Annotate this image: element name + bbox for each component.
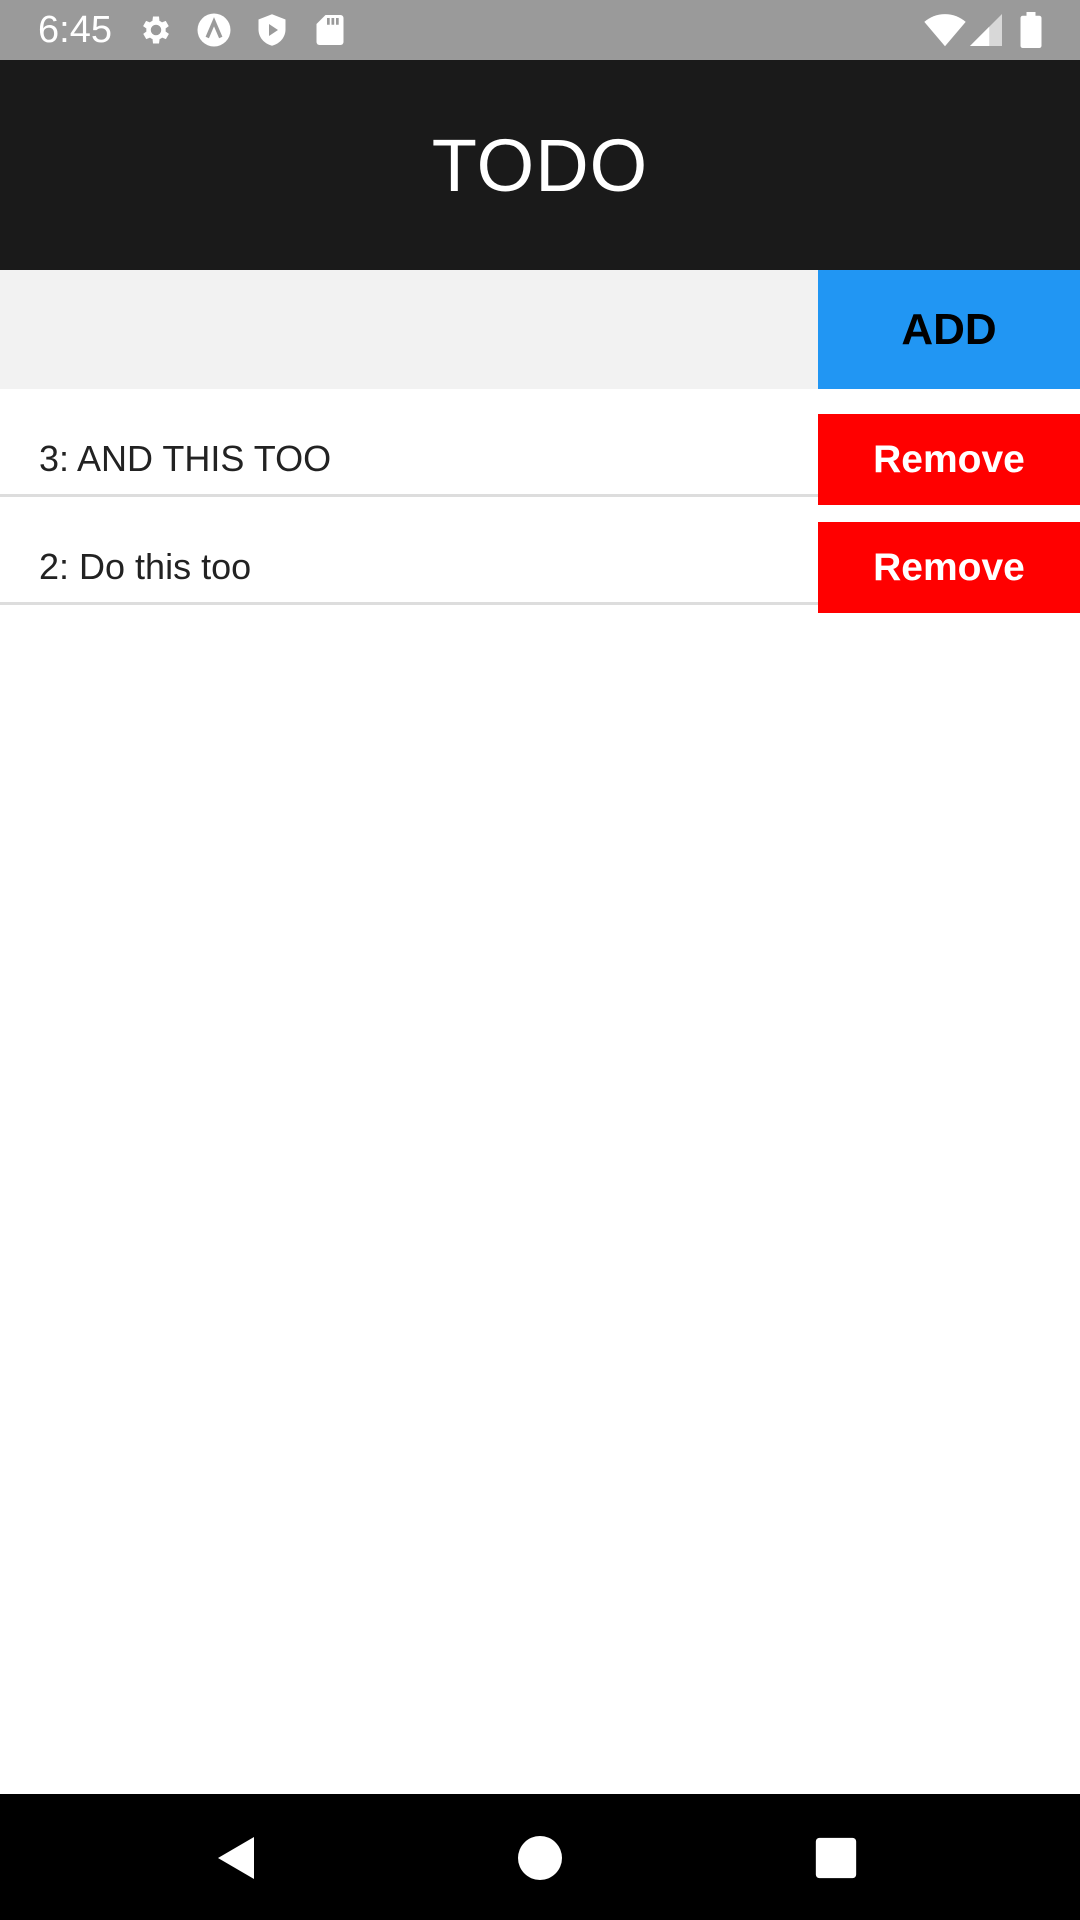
battery-icon (1018, 12, 1044, 48)
status-time: 6:45 (38, 9, 112, 51)
todo-text: 2: Do this too (39, 545, 252, 587)
home-icon[interactable] (516, 1834, 564, 1882)
remove-button[interactable]: Remove (818, 414, 1080, 505)
todo-list: 3: AND THIS TOO Remove 2: Do this too Re… (0, 389, 1080, 613)
list-item: 2: Do this too Remove (0, 497, 1080, 613)
list-item: 3: AND THIS TOO Remove (0, 389, 1080, 505)
gear-icon (138, 12, 174, 48)
add-todo-row: ADD (0, 270, 1080, 389)
todo-input[interactable] (0, 270, 818, 389)
status-bar: 6:45 (0, 0, 1080, 60)
signal-icon (970, 12, 1002, 48)
sd-card-icon (312, 12, 348, 48)
shield-play-icon (254, 12, 290, 48)
app-bar: TODO (0, 60, 1080, 270)
remove-button[interactable]: Remove (818, 522, 1080, 613)
back-icon[interactable] (214, 1834, 262, 1882)
recents-icon[interactable] (814, 1836, 858, 1880)
a-circle-icon (196, 12, 232, 48)
app-screen: 6:45 TODO ADD 3: AND THIS TOO Remove 2: … (0, 0, 1080, 1920)
wifi-icon (922, 12, 968, 48)
page-title: TODO (431, 124, 649, 207)
todo-text: 3: AND THIS TOO (39, 437, 332, 479)
navigation-bar (0, 1794, 1080, 1920)
add-button[interactable]: ADD (818, 270, 1080, 389)
